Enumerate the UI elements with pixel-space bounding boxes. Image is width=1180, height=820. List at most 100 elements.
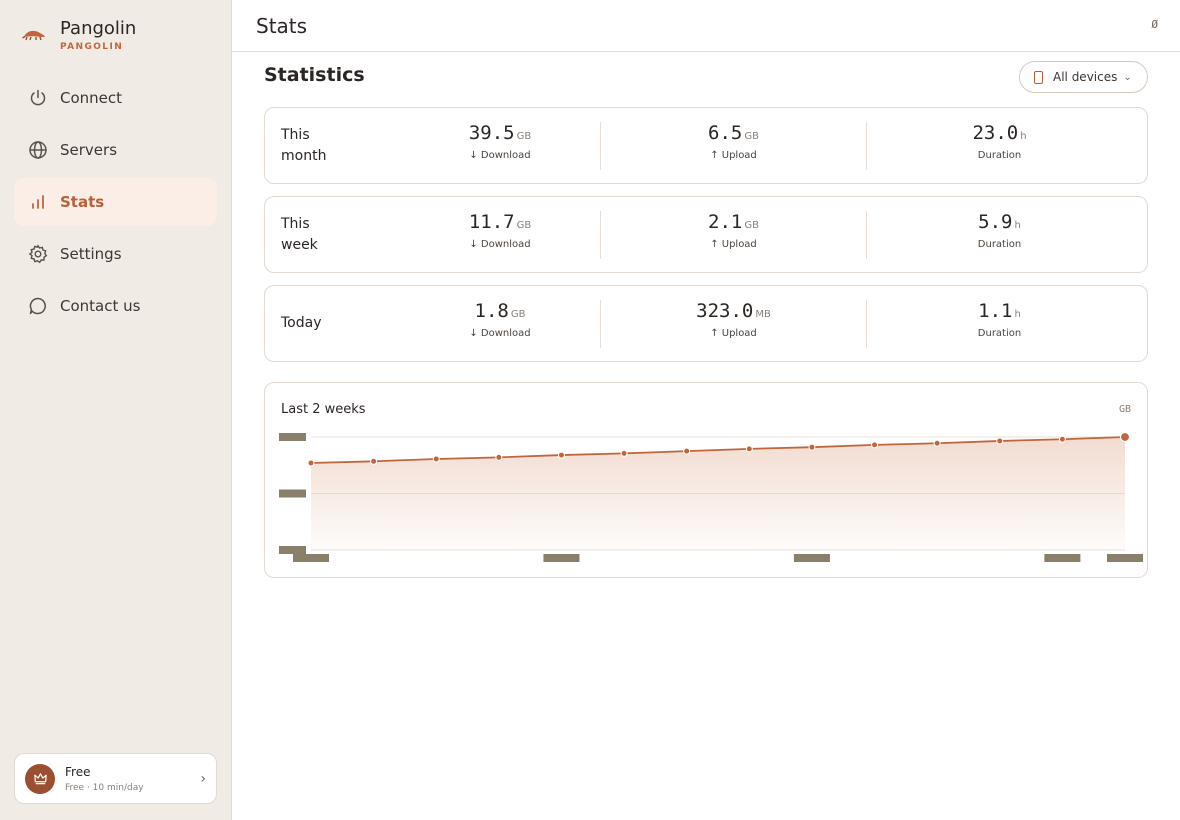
chevron-right-icon: › [200,770,206,787]
pangolin-logo-icon [22,30,45,41]
stat-value: 2.1 [708,211,743,233]
sidebar-item-label: Servers [60,141,118,159]
stat-period-label: This month [281,126,327,164]
chevron-down-icon: ⌄ [1123,71,1132,83]
chart-point [871,441,879,449]
globe-icon [28,140,48,160]
sidebar-item-stats[interactable]: Stats [14,178,217,226]
chart-point [933,439,941,447]
sidebar-item-contact[interactable]: Contact us [14,282,217,330]
stat-value: 323.0 [696,300,754,322]
stat-download: 1.8 GB ↓ Download [400,300,600,348]
stat-upload: 2.1 GB ↑ Upload [600,211,866,259]
stat-value: 6.5 [708,122,743,144]
chart-y-tick-label [279,546,306,554]
device-select-label: All devices [1053,70,1118,84]
sidebar-item-label: Stats [60,193,105,211]
stat-value: 1.8 [474,300,509,322]
sidebar-item-connect[interactable]: Connect [14,74,217,122]
sidebar-item-label: Settings [60,245,122,263]
stat-caption: ↑ Upload [710,328,757,339]
crown-icon [25,763,55,794]
plan-title: Free [65,764,91,779]
brand-subtitle: PANGOLIN [60,42,124,52]
sidebar: Pangolin PANGOLIN Connect Servers Stats … [0,0,232,820]
stat-upload: 323.0 MB ↑ Upload [600,300,866,348]
stat-unit: h [1014,309,1021,320]
phone-icon [1034,70,1043,84]
chart-point [683,447,691,455]
stat-card-today: Today 1.8 GB ↓ Download 323.0 MB ↑ Upload … [264,285,1148,362]
top-header: Stats Ø [232,0,1180,52]
stat-unit: GB [516,131,532,142]
stat-upload: 6.5 GB ↑ Upload [600,122,866,170]
stat-card-month: This month 39.5 GB ↓ Download 6.5 GB ↑ Upl… [264,107,1148,184]
chart-point [1058,435,1066,443]
gear-icon [28,244,48,264]
stat-caption: ↑ Upload [710,150,757,161]
stat-unit: GB [744,131,759,142]
stat-period-label: Today [281,315,322,331]
stat-value: 11.7 [468,211,515,233]
stat-card-week: This week 11.7 GB ↓ Download 2.1 GB ↑ Uplo… [264,196,1148,273]
stat-duration: 1.1 h Duration [866,300,1132,348]
sidebar-nav: Connect Servers Stats Settings Contact u… [14,74,217,334]
chart-point [307,459,315,467]
stat-period-label: This week [281,215,318,253]
chart-point [557,451,565,459]
stat-caption: ↑ Upload [710,239,757,250]
stat-duration: 23.0 h Duration [866,122,1132,170]
stat-caption: Duration [977,328,1022,339]
chart-area [311,437,1125,550]
chart-y-tick-label [279,433,306,441]
stat-value: 1.1 [978,300,1013,322]
power-icon [28,88,48,108]
stat-caption: Duration [977,239,1022,250]
sidebar-item-label: Connect [60,89,123,107]
plan-card[interactable]: Free Free · 10 min/day › [14,753,217,804]
plan-subtitle: Free · 10 min/day [65,782,144,793]
chart-x-tick-label [1107,554,1143,562]
brand[interactable]: Pangolin PANGOLIN [22,18,136,52]
stat-unit: h [1020,131,1027,142]
stat-unit: h [1014,220,1021,231]
chart-point [432,455,440,463]
device-select[interactable]: All devices ⌄ [1019,61,1148,93]
bar-chart-icon [28,192,48,212]
stat-caption: ↓ Download [469,328,531,339]
chart-point [495,453,503,461]
chart-x-tick-label [793,554,830,562]
stat-caption: ↓ Download [469,150,531,161]
chart-point [370,457,378,465]
brand-name: Pangolin [60,18,137,39]
stat-unit: GB [510,309,526,320]
chart-point [996,437,1004,445]
stat-caption: Duration [977,150,1022,161]
sidebar-item-label: Contact us [60,297,141,315]
sidebar-item-settings[interactable]: Settings [14,230,217,278]
page-title: Stats [256,14,308,38]
usage-chart [279,431,1143,562]
stat-download: 11.7 GB ↓ Download [400,211,600,259]
stat-unit: MB [755,309,771,320]
chart-card: Last 2 weeks GB [264,382,1148,578]
chart-point [808,443,816,451]
stat-value: 23.0 [972,122,1019,144]
section-title: Statistics [264,64,365,86]
chart-point [1119,431,1131,443]
stat-unit: GB [744,220,759,231]
stat-value: 5.9 [978,211,1013,233]
chart-point [745,445,753,453]
chart-point [620,449,628,457]
stat-unit: GB [516,220,532,231]
stat-download: 39.5 GB ↓ Download [400,122,600,170]
stat-value: 39.5 [468,122,515,144]
chart-x-tick-label [543,554,580,562]
chart-x-tick-label [1044,554,1081,562]
header-glyph[interactable]: Ø [1151,18,1158,31]
stat-caption: ↓ Download [469,239,531,250]
chart-x-tick-label [293,554,329,562]
stat-duration: 5.9 h Duration [866,211,1132,259]
sidebar-item-servers[interactable]: Servers [14,126,217,174]
chat-bubble-icon [28,296,48,316]
